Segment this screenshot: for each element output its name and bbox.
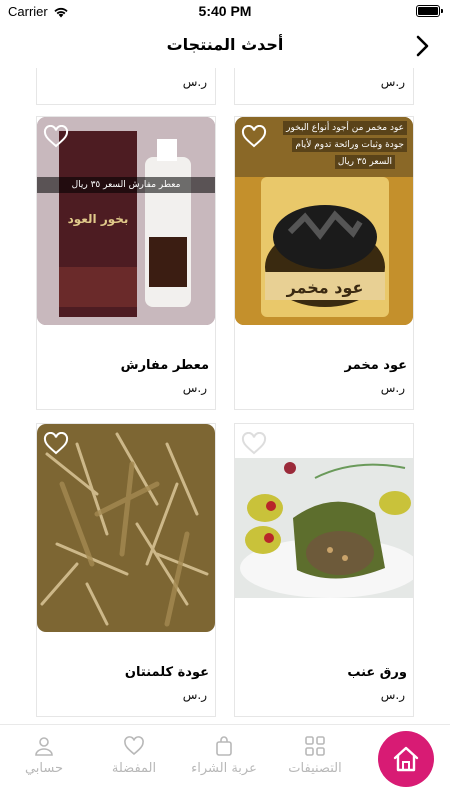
favorite-heart-icon[interactable]: [43, 432, 69, 456]
product-card[interactable]: ورق عنب ر.س: [234, 423, 414, 717]
product-grid[interactable]: ر.س ر.س عود مخمر عود مخمر من أجود أنواع …: [0, 68, 450, 724]
product-name: عودة كلمنتان: [124, 665, 209, 680]
grape-leaves-illustration: [235, 458, 413, 598]
product-price: ر.س: [380, 381, 405, 395]
box-label: بخور العود: [68, 212, 129, 227]
shopping-bag-icon: [216, 736, 232, 756]
product-price: ر.س: [182, 688, 207, 702]
navigation-bar: أحدث المنتجات: [0, 24, 450, 68]
tab-label: حسابي: [24, 761, 64, 776]
status-bar: Carrier 5:40 PM: [0, 0, 450, 24]
back-chevron-icon[interactable]: [412, 34, 432, 58]
tab-account[interactable]: حسابي: [4, 735, 84, 776]
product-card[interactable]: ر.س: [36, 68, 216, 105]
grid-icon: [305, 736, 325, 756]
product-card[interactable]: عودة كلمنتان ر.س: [36, 423, 216, 717]
product-name: ورق عنب: [347, 665, 407, 680]
product-card[interactable]: بخور العود معطر مفارش السعر ٣٥ ريال معطر…: [36, 116, 216, 410]
product-overlay-line: معطر مفارش السعر ٣٥ ريال: [37, 177, 215, 193]
tab-cart[interactable]: عربة الشراء: [184, 735, 264, 776]
tab-bar: التصنيفات عربة الشراء المفضلة حسابي: [0, 724, 450, 800]
battery-icon: [416, 5, 443, 17]
heart-icon: [124, 736, 144, 756]
product-price: ر.س: [380, 75, 405, 89]
product-image: بخور العود معطر مفارش السعر ٣٥ ريال: [37, 117, 215, 325]
favorite-heart-icon[interactable]: [241, 125, 267, 149]
product-overlay-line: عود مخمر من أجود أنواع البخور: [283, 121, 407, 135]
home-button[interactable]: [378, 731, 434, 787]
user-icon: [35, 737, 53, 756]
product-name: معطر مفارش: [120, 358, 209, 373]
product-overlay-line: السعر ٣٥ ريال: [334, 155, 395, 169]
favorite-heart-icon[interactable]: [43, 125, 69, 149]
jar-label: عود مخمر: [286, 278, 364, 297]
tab-categories[interactable]: التصنيفات: [275, 735, 355, 776]
product-overlay-line: جودة وثبات ورائحة تدوم لأيام: [292, 138, 407, 152]
page-title: أحدث المنتجات: [166, 35, 284, 54]
product-price: ر.س: [182, 75, 207, 89]
product-price: ر.س: [182, 381, 207, 395]
product-image: [37, 424, 215, 632]
home-icon: [393, 746, 419, 772]
status-time: 5:40 PM: [198, 3, 252, 19]
tab-label: المفضلة: [111, 761, 157, 776]
product-name: عود مخمر: [344, 358, 407, 373]
tab-favorites[interactable]: المفضلة: [94, 735, 174, 776]
product-price: ر.س: [380, 688, 405, 702]
tab-label: عربة الشراء: [191, 761, 257, 776]
tab-label: التصنيفات: [288, 761, 342, 776]
product-image: [235, 458, 413, 598]
product-card[interactable]: ر.س: [234, 68, 414, 105]
favorite-heart-icon[interactable]: [241, 432, 267, 456]
product-image: عود مخمر عود مخمر من أجود أنواع البخور ج…: [235, 117, 413, 325]
product-card[interactable]: عود مخمر عود مخمر من أجود أنواع البخور ج…: [234, 116, 414, 410]
